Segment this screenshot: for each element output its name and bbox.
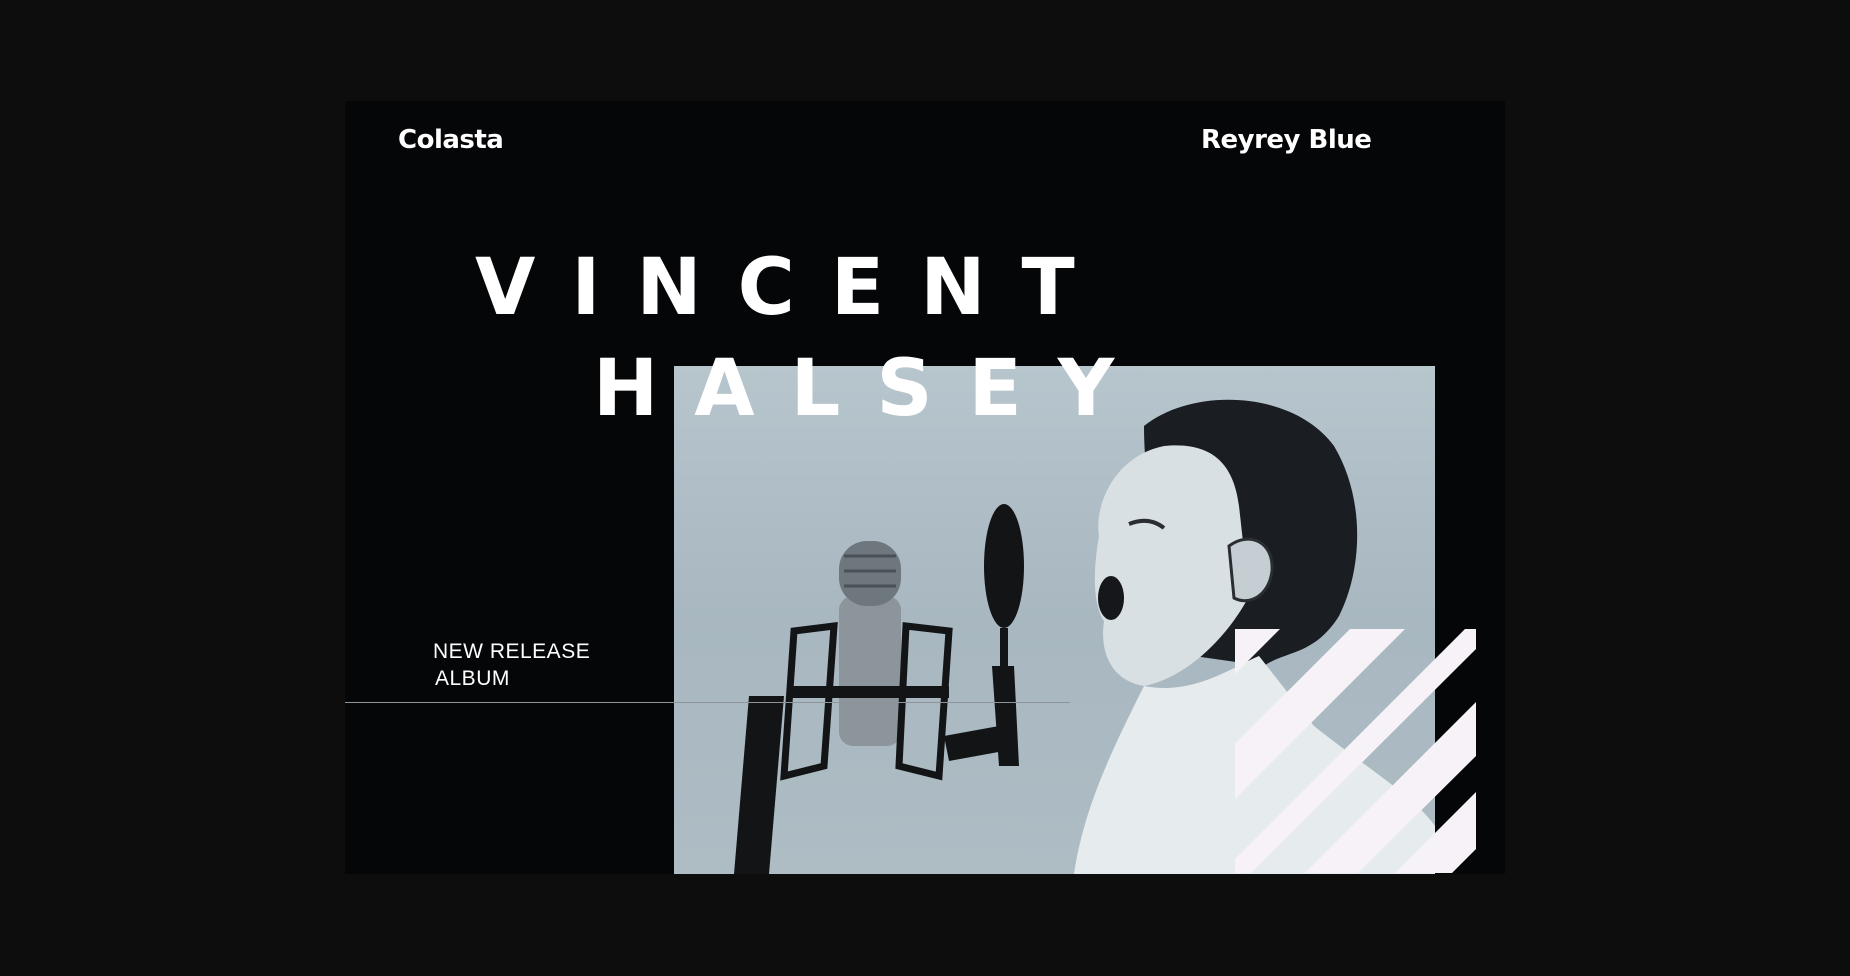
pop-filter: [984, 504, 1024, 628]
poster-card: Colasta Reyrey Blue VINCENT HALSEY NEW R…: [345, 101, 1505, 874]
artist-last-name: HALSEY: [593, 344, 1151, 434]
microphone: [839, 596, 901, 746]
boy-ear: [1227, 537, 1274, 603]
diagonal-stripes-graphic: [1235, 629, 1476, 873]
artist-first-name: VINCENT: [475, 243, 1111, 333]
brand-right: Reyrey Blue: [1201, 125, 1372, 155]
release-line-1: NEW RELEASE: [433, 640, 591, 663]
mic-arm: [734, 696, 784, 874]
boy-mouth: [1098, 576, 1124, 620]
brand-left: Colasta: [398, 125, 504, 155]
release-line-2: ALBUM: [435, 667, 510, 690]
release-label: NEW RELEASE ALBUM: [433, 638, 590, 692]
divider-line: [345, 702, 1070, 703]
